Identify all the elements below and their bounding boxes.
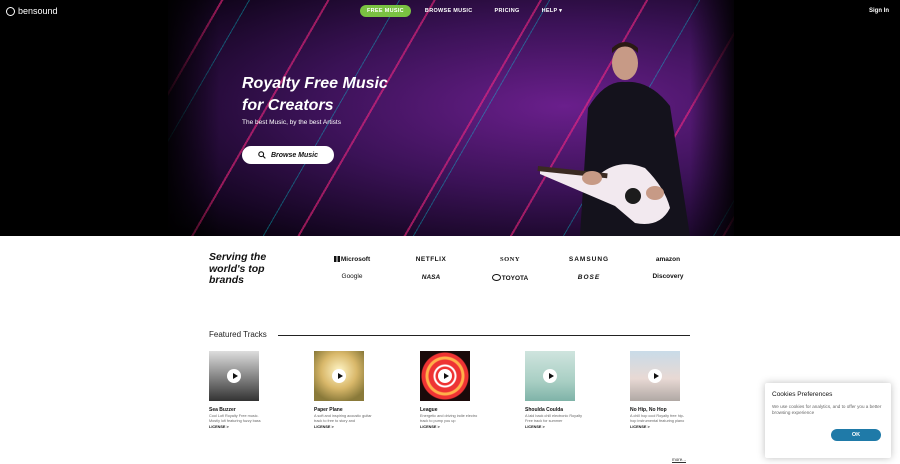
brand-amazon: amazon xyxy=(655,256,681,263)
brand-microsoft: Microsoft xyxy=(320,256,384,263)
brand-netflix: NETFLIX xyxy=(415,256,447,263)
signin-link[interactable]: Sign In xyxy=(869,8,889,14)
track-card[interactable]: League Energetic and driving indie elect… xyxy=(420,351,480,429)
nav-help[interactable]: HELP ▾ xyxy=(534,5,571,17)
brands-title: Serving the world's top brands xyxy=(209,251,267,287)
play-icon[interactable] xyxy=(332,369,346,383)
hero-fade-right xyxy=(690,0,740,236)
track-card[interactable]: Sea Buzzer Cool Lofi Royalty Free music.… xyxy=(209,351,269,429)
license-link[interactable]: LICENSE > xyxy=(630,425,690,429)
brand-toyota-label: TOYOTA xyxy=(501,275,529,282)
play-icon[interactable] xyxy=(227,369,241,383)
track-cover xyxy=(209,351,259,401)
track-title: Shoulda Coulda xyxy=(525,407,564,413)
track-description: Cool Lofi Royalty Free music. Mostly lof… xyxy=(209,414,261,423)
track-description: A soft and inspiring acoustic guitar tra… xyxy=(314,414,372,423)
track-card[interactable]: Shoulda Coulda A laid back chill electro… xyxy=(525,351,585,429)
cookie-ok-button[interactable]: OK xyxy=(831,429,881,441)
track-description: Energetic and driving indie electro trac… xyxy=(420,414,478,423)
hero-fade-left xyxy=(160,0,220,236)
nav-pricing[interactable]: PRICING xyxy=(487,5,528,17)
main-nav: FREE MUSIC BROWSE MUSIC PRICING HELP ▾ xyxy=(360,5,576,17)
brand-nasa: NASA xyxy=(421,274,441,281)
play-icon[interactable] xyxy=(543,369,557,383)
brand-samsung: SAMSUNG xyxy=(568,256,610,263)
brands-title-line1: Serving the xyxy=(209,251,267,263)
hero-subtitle: The best Music, by the best Artists xyxy=(242,119,341,126)
brand-discovery: Discovery xyxy=(652,273,684,280)
cookie-preferences-panel: Cookies Preferences We use cookies for a… xyxy=(765,383,891,458)
brands-title-line2: world's top xyxy=(209,262,265,275)
search-icon xyxy=(258,151,266,159)
hero-title: Royalty Free Music for Creators xyxy=(242,73,388,117)
logo-icon xyxy=(6,6,15,16)
featured-divider xyxy=(278,335,690,336)
nav-help-label: HELP xyxy=(541,8,558,14)
license-link[interactable]: LICENSE > xyxy=(314,425,374,429)
track-card[interactable]: No Hip, No Hop A chill hop cool Royalty … xyxy=(630,351,690,429)
track-cover xyxy=(630,351,680,401)
nav-browse-music[interactable]: BROWSE MUSIC xyxy=(417,5,481,17)
play-icon[interactable] xyxy=(648,369,662,383)
track-title: Paper Plane xyxy=(314,407,343,413)
brand-sony: SONY xyxy=(499,256,521,263)
brand-toyota: TOYOTA xyxy=(478,274,542,282)
bensound-logo[interactable]: bensound xyxy=(6,6,58,16)
track-cover xyxy=(525,351,575,401)
featured-tracks-label: Featured Tracks xyxy=(209,330,267,339)
track-cover xyxy=(420,351,470,401)
cookie-title: Cookies Preferences xyxy=(772,391,833,398)
nav-free-music[interactable]: FREE MUSIC xyxy=(360,5,411,17)
brand-bose: BOSE xyxy=(577,274,601,281)
license-link[interactable]: LICENSE > xyxy=(420,425,480,429)
cookie-text: We use cookies for analytics, and to off… xyxy=(772,404,882,415)
track-card[interactable]: Paper Plane A soft and inspiring acousti… xyxy=(314,351,374,429)
microsoft-icon xyxy=(333,256,340,262)
track-title: Sea Buzzer xyxy=(209,407,236,413)
logo-text: bensound xyxy=(18,6,58,16)
browse-music-button[interactable]: Browse Music xyxy=(242,146,334,164)
license-link[interactable]: LICENSE > xyxy=(525,425,585,429)
chevron-down-icon: ▾ xyxy=(559,8,563,14)
hero-title-line2: for Creators xyxy=(242,97,334,114)
track-description: A laid back chill electronic Royalty Fre… xyxy=(525,414,582,423)
track-cover xyxy=(314,351,364,401)
track-description: A chill hop cool Royalty free hip-hop in… xyxy=(630,414,685,423)
toyota-icon xyxy=(491,274,501,281)
track-title: No Hip, No Hop xyxy=(630,407,667,413)
license-link[interactable]: LICENSE > xyxy=(209,425,269,429)
more-tracks-link[interactable]: more... xyxy=(672,457,686,462)
play-icon[interactable] xyxy=(438,369,452,383)
brand-google: Google xyxy=(341,273,363,280)
browse-music-label: Browse Music xyxy=(270,151,319,159)
hero-section: bensound FREE MUSIC BROWSE MUSIC PRICING… xyxy=(0,0,900,236)
hero-title-line1: Royalty Free Music xyxy=(242,75,388,92)
brand-microsoft-label: Microsoft xyxy=(340,256,371,263)
brands-title-line3: brands xyxy=(209,274,245,286)
track-title: League xyxy=(420,407,438,413)
